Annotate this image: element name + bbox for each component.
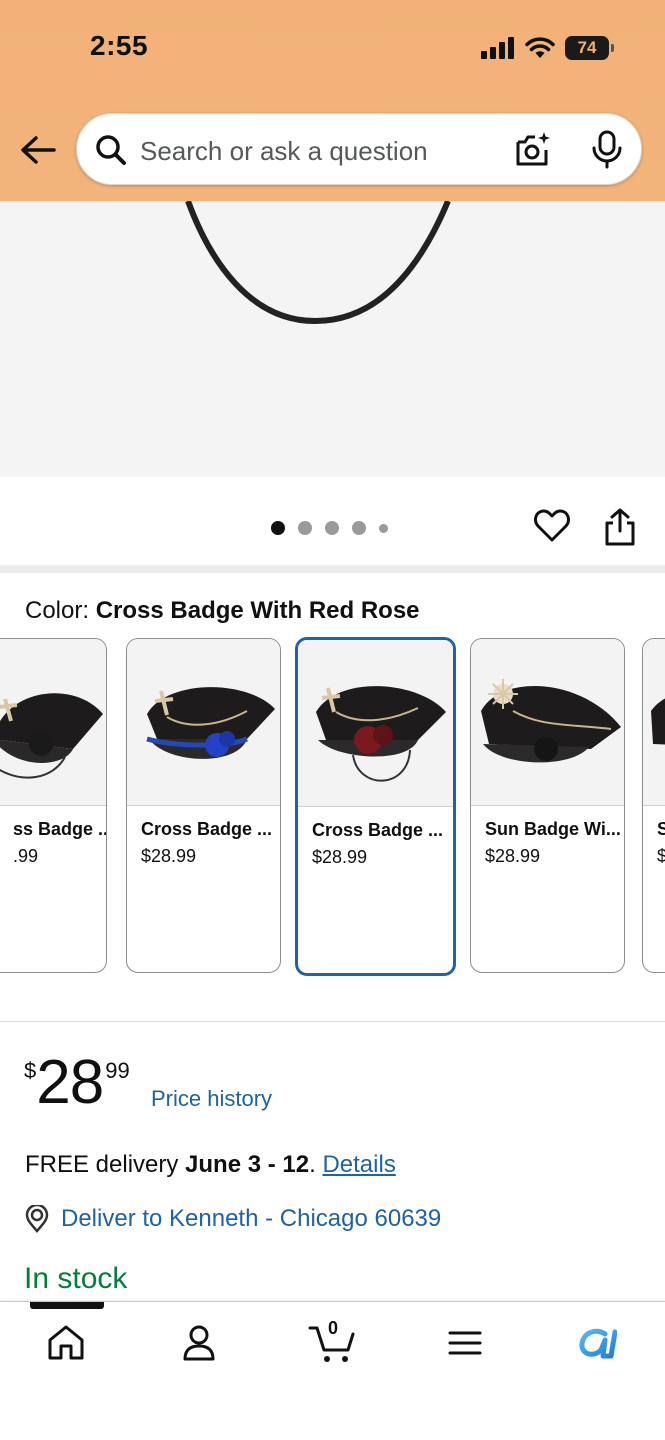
battery-icon: 74 bbox=[565, 36, 614, 60]
delivery-details-link[interactable]: Details bbox=[322, 1151, 395, 1178]
delivery-suffix: . bbox=[309, 1151, 323, 1178]
color-swatch[interactable]: Cross Badge ... $28.99 bbox=[126, 638, 281, 973]
nav-active-indicator bbox=[30, 1302, 104, 1309]
color-swatch[interactable]: Sun Badge Wi... $28.99 bbox=[470, 638, 625, 973]
swatch-name: Cross Badge ... bbox=[312, 820, 444, 840]
deliver-to-text[interactable]: Deliver to Kenneth - Chicago 60639 bbox=[61, 1205, 441, 1233]
carousel-dot[interactable] bbox=[271, 521, 285, 535]
home-icon bbox=[48, 1325, 84, 1360]
swatch-name: Sun Badge Wi... bbox=[485, 819, 621, 839]
swatch-thumbnail bbox=[0, 639, 106, 806]
account-icon bbox=[183, 1325, 215, 1361]
search-icon bbox=[96, 135, 126, 165]
arrow-left-icon bbox=[21, 136, 56, 164]
hat-image bbox=[0, 693, 103, 779]
swatch-price: $28.99 bbox=[141, 846, 197, 866]
app-header: 2:55 74 Search or ask a question bbox=[0, 0, 665, 201]
hat-image bbox=[481, 679, 621, 763]
nav-cart[interactable]: 0 bbox=[302, 1318, 362, 1364]
hat-image bbox=[146, 687, 275, 759]
delivery-prefix: FREE delivery bbox=[25, 1151, 186, 1178]
selected-color-name: Cross Badge With Red Rose bbox=[95, 597, 420, 624]
swatch-price: $28.99 bbox=[485, 846, 541, 866]
nav-menu[interactable] bbox=[435, 1322, 495, 1364]
search-bar[interactable]: Search or ask a question bbox=[76, 113, 642, 185]
hat-image bbox=[316, 686, 446, 782]
swatch-thumbnail bbox=[127, 639, 280, 806]
swatch-price: $28.99 bbox=[312, 847, 368, 867]
swatch-thumbnail bbox=[643, 639, 665, 806]
cart-count-badge: 0 bbox=[328, 1318, 339, 1338]
product-image-partial bbox=[185, 201, 451, 325]
back-button[interactable] bbox=[18, 130, 58, 170]
swatch-name: Cross Badge ... bbox=[141, 819, 273, 839]
search-input[interactable]: Search or ask a question bbox=[140, 136, 428, 167]
carousel-dot[interactable] bbox=[325, 521, 339, 535]
wifi-icon bbox=[525, 37, 555, 58]
delivery-info: FREE delivery June 3 - 12. Details bbox=[25, 1151, 396, 1179]
swatch-thumbnail bbox=[298, 640, 453, 807]
swatch-thumbnail bbox=[471, 639, 624, 806]
microphone-icon[interactable] bbox=[589, 130, 625, 170]
carousel-dot[interactable] bbox=[352, 521, 366, 535]
price-history-link[interactable]: Price history bbox=[151, 1086, 272, 1112]
swatch-price: .99 bbox=[13, 846, 39, 866]
color-swatch[interactable]: ss Badge ... .99 bbox=[0, 638, 107, 973]
menu-icon bbox=[448, 1331, 482, 1355]
swatch-name: S bbox=[657, 819, 665, 840]
carousel-dot[interactable] bbox=[298, 521, 312, 535]
color-swatch-selected[interactable]: Cross Badge ... $28.99 bbox=[295, 637, 456, 976]
color-swatches: ss Badge ... .99 Cross Badge ... $28.99 bbox=[0, 637, 665, 977]
nav-account[interactable] bbox=[169, 1322, 229, 1364]
nav-rufus[interactable] bbox=[567, 1322, 627, 1364]
price-display: $ 28 99 bbox=[24, 1052, 130, 1114]
product-image[interactable] bbox=[0, 201, 665, 477]
swatch-price: $ bbox=[657, 846, 665, 867]
color-label-prefix: Color: bbox=[25, 597, 96, 624]
heart-icon[interactable] bbox=[533, 507, 571, 545]
bottom-navigation: 0 bbox=[0, 1301, 665, 1440]
section-divider bbox=[0, 565, 665, 573]
carousel-dots bbox=[271, 521, 388, 535]
carousel-controls bbox=[0, 477, 665, 572]
camera-icon[interactable] bbox=[513, 130, 553, 170]
section-divider bbox=[0, 1021, 665, 1022]
price-currency: $ bbox=[24, 1058, 37, 1083]
share-icon[interactable] bbox=[602, 507, 638, 547]
location-pin-icon bbox=[25, 1205, 49, 1233]
delivery-dates: June 3 - 12 bbox=[185, 1151, 310, 1178]
carousel-dot[interactable] bbox=[379, 523, 388, 533]
price-fraction: 99 bbox=[105, 1058, 130, 1083]
status-bar: 2:55 74 bbox=[0, 0, 665, 100]
hat-image bbox=[651, 698, 665, 745]
stock-status: In stock bbox=[24, 1262, 128, 1295]
rufus-icon bbox=[579, 1328, 617, 1359]
price-whole: 28 bbox=[36, 1048, 104, 1117]
status-icons: 74 bbox=[481, 36, 614, 60]
nav-home[interactable] bbox=[36, 1322, 96, 1364]
color-swatch[interactable]: S $ bbox=[642, 638, 665, 973]
deliver-to-location[interactable]: Deliver to Kenneth - Chicago 60639 bbox=[25, 1205, 441, 1233]
swatch-name: ss Badge ... bbox=[13, 819, 107, 839]
status-time: 2:55 bbox=[90, 30, 149, 61]
color-label: Color: Cross Badge With Red Rose bbox=[25, 597, 420, 625]
signal-icon bbox=[481, 37, 514, 59]
